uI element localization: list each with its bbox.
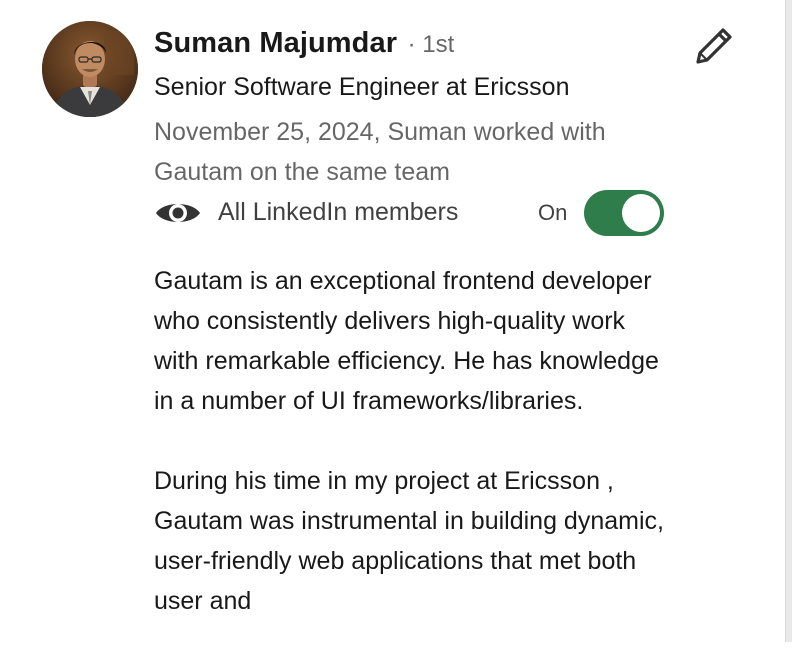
edit-button[interactable] — [690, 22, 738, 70]
recommender-name-row: Suman Majumdar · 1st — [154, 27, 454, 60]
recommender-headline: Senior Software Engineer at Ericsson — [154, 73, 570, 101]
recommendation-text: Gautam is an exceptional frontend develo… — [154, 261, 664, 661]
toggle-state-label: On — [538, 200, 568, 225]
visibility-row: All LinkedIn members On — [154, 190, 674, 236]
avatar[interactable] — [42, 21, 138, 117]
eye-icon — [156, 204, 200, 222]
pencil-icon — [696, 28, 732, 64]
toggle-knob — [622, 194, 660, 232]
recommendation-paragraph: Gautam is an exceptional frontend develo… — [154, 267, 659, 415]
avatar-photo — [42, 21, 138, 117]
relationship-text: November 25, 2024, Suman worked with Gau… — [154, 118, 606, 186]
visibility-toggle[interactable] — [584, 190, 664, 236]
scrollbar-track[interactable] — [785, 0, 792, 642]
recommendation-card: Suman Majumdar · 1st Senior Software Eng… — [0, 0, 785, 642]
visibility-label: All LinkedIn members — [218, 198, 459, 226]
recommendation-paragraph: During his time in my project at Ericsso… — [154, 467, 664, 615]
recommender-name[interactable]: Suman Majumdar — [154, 27, 397, 59]
connection-degree: · 1st — [407, 31, 455, 58]
